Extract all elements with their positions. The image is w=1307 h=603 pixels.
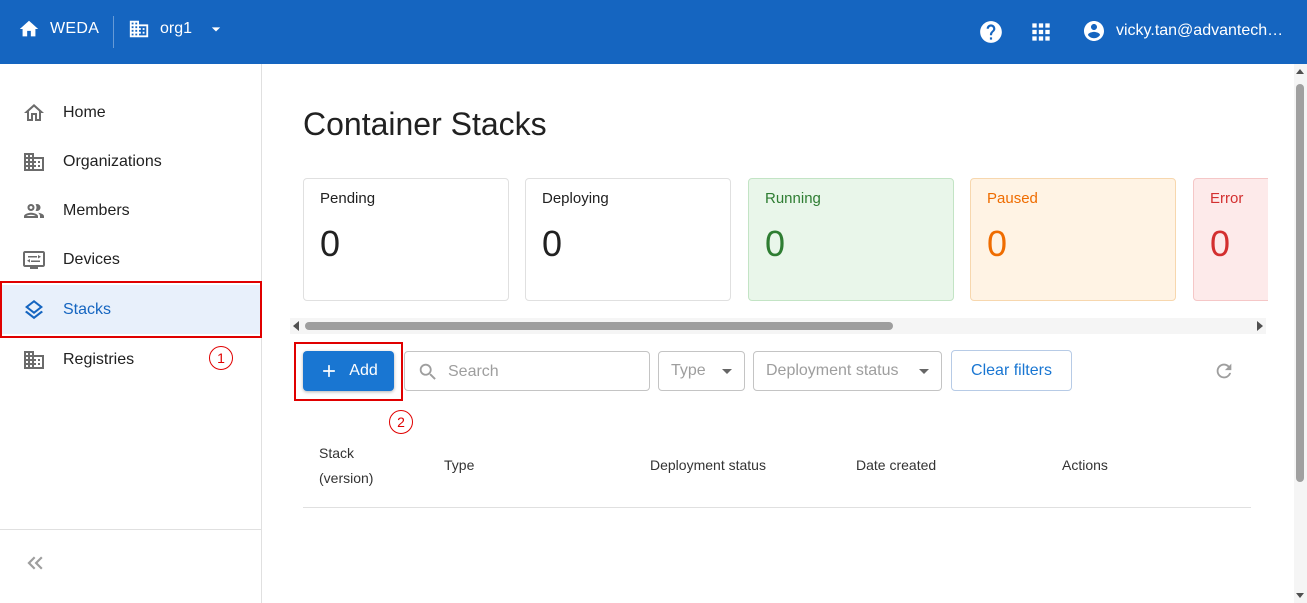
status-card-value: 0: [542, 223, 563, 264]
clear-filters-button[interactable]: Clear filters: [951, 350, 1072, 391]
org-name: org1: [160, 20, 193, 37]
home-link[interactable]: WEDA: [18, 18, 99, 40]
sidebar-item-devices[interactable]: Devices: [0, 235, 261, 284]
user-menu[interactable]: vicky.tan@advantech.com: [1082, 19, 1286, 43]
column-header-date-created[interactable]: Date created: [856, 453, 936, 478]
scroll-left-arrow-icon[interactable]: [293, 321, 299, 331]
sidebar-item-label: Registries: [63, 350, 135, 368]
collapse-sidebar-button[interactable]: [22, 550, 48, 576]
caret-down-icon: [722, 369, 732, 374]
scroll-up-arrow-icon[interactable]: [1296, 69, 1304, 74]
status-card-running: Running 0: [748, 178, 954, 301]
column-header-type[interactable]: Type: [444, 453, 474, 478]
status-card-value: 0: [1210, 223, 1231, 264]
scroll-right-arrow-icon[interactable]: [1257, 321, 1263, 331]
help-icon[interactable]: [978, 19, 1004, 45]
account-circle-icon: [1084, 21, 1104, 41]
status-card-error: Error 0: [1193, 178, 1268, 301]
scroll-down-arrow-icon[interactable]: [1296, 593, 1304, 598]
deployment-status-filter-select[interactable]: Deployment status: [753, 351, 942, 391]
building-icon: [22, 348, 46, 372]
caret-down-icon: [211, 27, 221, 32]
caret-down-icon: [919, 369, 929, 374]
building-icon: [129, 20, 149, 38]
sidebar-item-label: Organizations: [63, 152, 162, 170]
search-input[interactable]: [448, 361, 638, 383]
refresh-button[interactable]: [1213, 360, 1235, 382]
people-icon: [22, 199, 46, 223]
table-divider: [303, 507, 1251, 508]
highlight-box-add: [294, 342, 403, 401]
sidebar-item-label: Devices: [63, 250, 120, 268]
highlight-box-stacks: [0, 281, 262, 338]
search-field[interactable]: [404, 351, 650, 391]
scrollbar-thumb[interactable]: [1296, 84, 1304, 482]
org-selector[interactable]: org1: [128, 18, 226, 40]
status-card-label: Running: [765, 190, 821, 207]
divider: [0, 529, 261, 530]
divider: [113, 16, 114, 48]
cards-horizontal-scrollbar[interactable]: [290, 318, 1266, 334]
status-card-pending: Pending 0: [303, 178, 509, 301]
refresh-icon: [1216, 363, 1232, 379]
status-card-label: Error: [1210, 190, 1244, 207]
status-card-deploying: Deploying 0: [525, 178, 731, 301]
type-filter-label: Type: [671, 362, 706, 379]
search-icon: [419, 363, 436, 380]
page-vertical-scrollbar[interactable]: [1294, 64, 1307, 603]
status-card-label: Paused: [987, 190, 1038, 207]
sidebar-item-members[interactable]: Members: [0, 186, 261, 235]
type-filter-select[interactable]: Type: [658, 351, 745, 391]
step-marker-1: 1: [209, 346, 233, 370]
user-email: vicky.tan@advantech.com: [1116, 22, 1286, 39]
apps-grid-icon[interactable]: [1028, 19, 1054, 45]
column-header-stack[interactable]: Stack (version): [319, 441, 373, 491]
status-cards: Pending 0 Deploying 0 Running 0 Paused 0…: [300, 170, 1268, 310]
sidebar-item-label: Members: [63, 201, 130, 219]
sidebar-item-label: Home: [63, 103, 106, 121]
double-chevron-left-icon: [27, 556, 43, 570]
sidebar-item-organizations[interactable]: Organizations: [0, 137, 261, 186]
scrollbar-thumb[interactable]: [305, 322, 893, 330]
deployment-status-filter-label: Deployment status: [766, 362, 899, 379]
status-card-label: Deploying: [542, 190, 609, 207]
column-header-actions: Actions: [1062, 457, 1108, 473]
home-icon: [19, 20, 39, 37]
status-card-label: Pending: [320, 190, 376, 207]
home-outline-icon: [22, 101, 46, 125]
status-card-value: 0: [320, 223, 341, 264]
step-marker-2: 2: [389, 410, 413, 434]
app-name: WEDA: [50, 20, 100, 37]
status-card-paused: Paused 0: [970, 178, 1176, 301]
sidebar-item-home[interactable]: Home: [0, 88, 261, 137]
monitor-icon: [22, 248, 46, 272]
app-bar: WEDA org1 vicky.tan@advantech.com: [0, 0, 1307, 64]
building-icon: [22, 150, 46, 174]
status-card-value: 0: [765, 223, 786, 264]
status-card-value: 0: [987, 223, 1008, 264]
page-title: Container Stacks: [303, 106, 547, 142]
column-header-deployment-status[interactable]: Deployment status: [650, 453, 766, 478]
